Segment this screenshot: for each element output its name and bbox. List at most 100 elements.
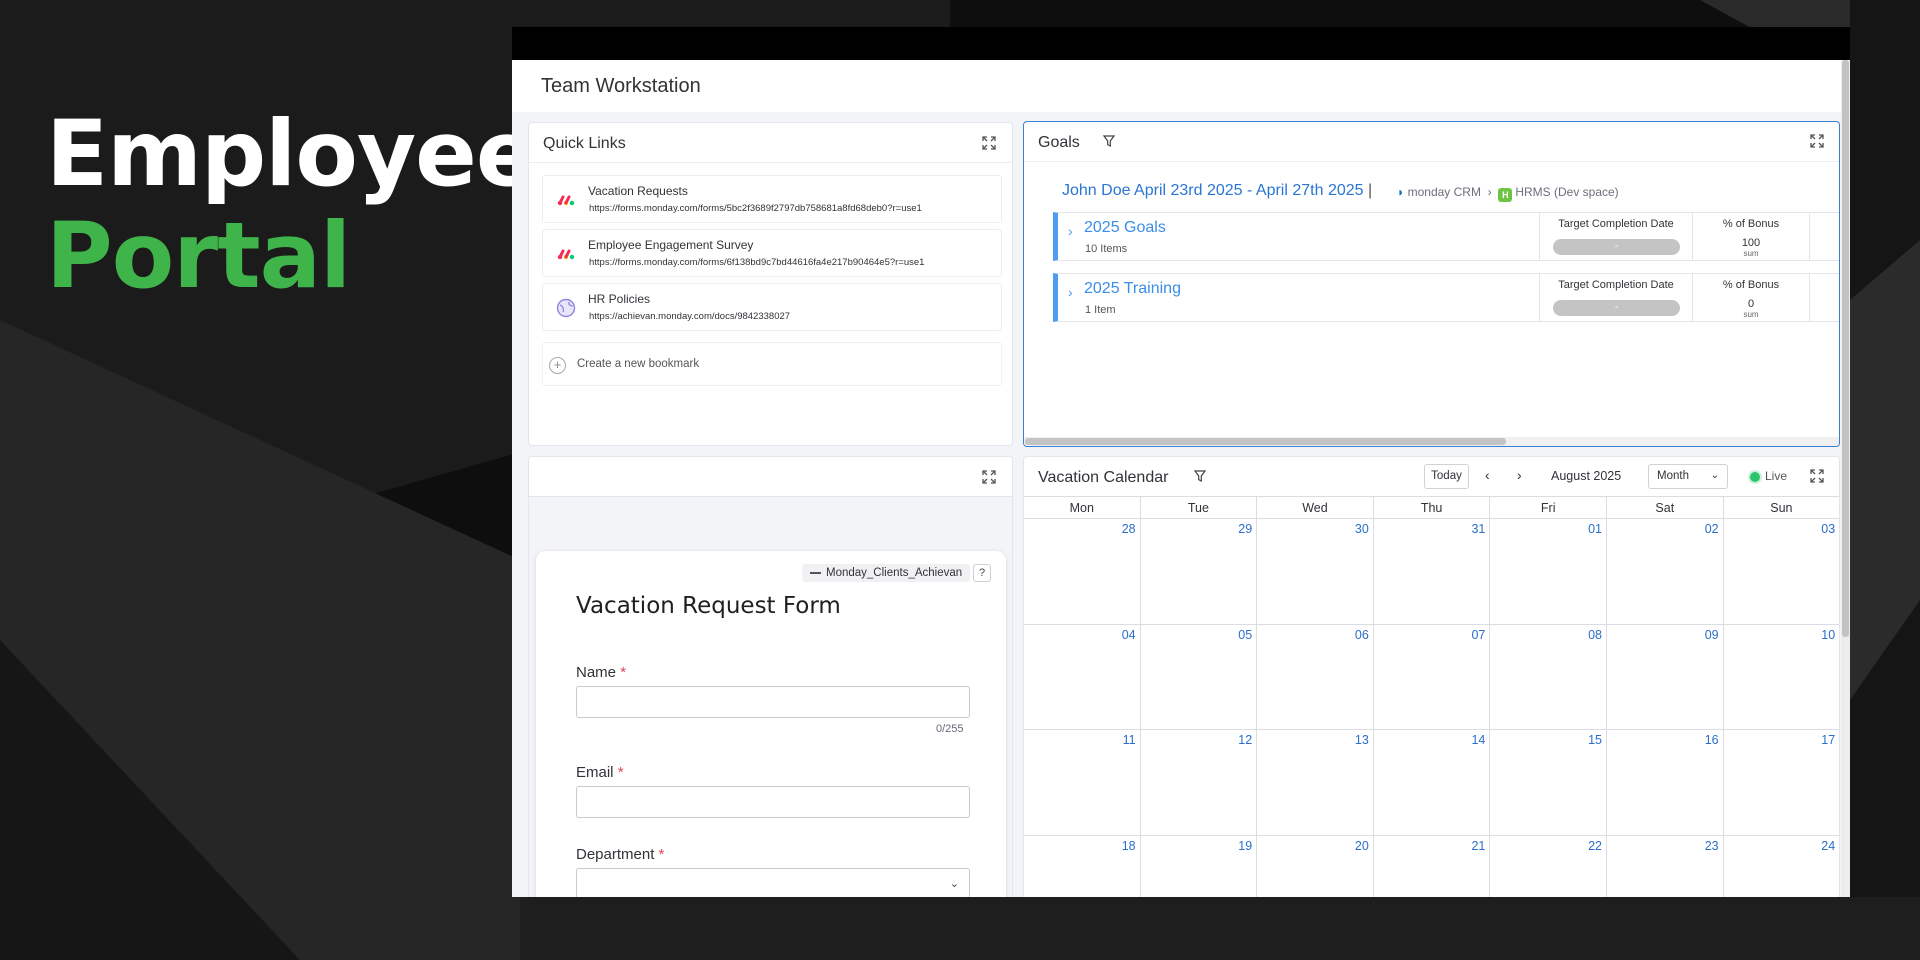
expand-icon[interactable] <box>982 136 996 150</box>
calendar-day-cell[interactable]: 24 <box>1724 836 1839 898</box>
calendar-day-cell[interactable]: 28 <box>1024 519 1141 625</box>
calendar-day-cell[interactable]: 10 <box>1723 625 1839 730</box>
day-number: 01 <box>1588 522 1602 536</box>
group-name: 2025 Training <box>1084 280 1181 297</box>
day-number: 18 <box>1121 838 1136 853</box>
day-number: 21 <box>1471 838 1486 853</box>
calendar-day-cell[interactable]: 31 <box>1373 519 1491 625</box>
chevron-left-icon[interactable]: ‹ <box>1485 467 1490 483</box>
create-bookmark-button[interactable]: + Create a new bookmark <box>542 342 1002 386</box>
bookmark-item[interactable]: HR Policies https://achievan.monday.com/… <box>542 283 1002 331</box>
calendar-day-cell[interactable]: 06 <box>1257 624 1374 730</box>
calendar-day-cell[interactable]: 19 <box>1141 835 1258 897</box>
bookmark-url[interactable]: https://forms.monday.com/forms/6f138bd9c… <box>589 257 924 268</box>
bookmark-url[interactable]: https://forms.monday.com/forms/5bc2f3689… <box>589 203 922 214</box>
calendar-day-cell[interactable]: 21 <box>1374 835 1491 897</box>
day-number: 07 <box>1471 627 1486 642</box>
column-header: % of Bonus <box>1722 279 1780 291</box>
hero-line-1: Employee <box>46 102 538 207</box>
app-header: Team Workstation <box>512 60 1850 112</box>
bookmark-item[interactable]: Vacation Requests https://forms.monday.c… <box>542 175 1002 223</box>
calendar-day-cell[interactable]: 29 <box>1140 519 1258 625</box>
vertical-scrollbar[interactable] <box>1841 60 1850 897</box>
calendar-day-cell[interactable]: 30 <box>1257 519 1374 625</box>
bonus-sum-label: sum <box>1743 249 1759 258</box>
divider <box>529 162 1012 163</box>
form-widget-header <box>529 457 1012 497</box>
calendar-day-cell[interactable]: 20 <box>1257 835 1374 897</box>
bonus-value: 0 <box>1747 298 1755 310</box>
day-number: 20 <box>1354 838 1369 853</box>
calendar-day-cell[interactable]: 14 <box>1373 730 1491 836</box>
plus-icon: + <box>549 357 566 374</box>
day-number: 06 <box>1354 627 1369 642</box>
weekday-header: Thu <box>1373 496 1491 519</box>
expand-icon[interactable] <box>982 470 996 484</box>
filter-icon[interactable] <box>1102 134 1116 148</box>
scrollbar-thumb[interactable] <box>1025 438 1506 445</box>
email-field[interactable] <box>576 786 970 818</box>
calendar-day-cell[interactable]: 07 <box>1373 624 1491 730</box>
help-button[interactable]: ? <box>973 564 991 582</box>
day-number: 05 <box>1238 627 1253 642</box>
monday-logo-icon <box>556 190 576 210</box>
chevron-right-icon[interactable]: › <box>1068 223 1073 239</box>
live-status-icon <box>1750 472 1760 482</box>
calendar-day-cell[interactable]: 05 <box>1140 624 1258 730</box>
day-number: 30 <box>1354 522 1369 536</box>
calendar-day-cell[interactable]: 08 <box>1490 624 1607 730</box>
calendar-day-cell[interactable]: 09 <box>1607 624 1724 730</box>
bookmark-item[interactable]: Employee Engagement Survey https://forms… <box>542 229 1002 277</box>
name-char-counter: 0/255 <box>936 723 964 735</box>
hero-line-2: Portal <box>46 204 351 309</box>
board-title[interactable]: John Doe April 23rd 2025 - April 27th 20… <box>1062 182 1372 200</box>
calendar-day-cell[interactable]: 03 <box>1723 519 1839 625</box>
breadcrumb-space[interactable]: HRMS (Dev space) <box>1515 185 1618 199</box>
name-field[interactable] <box>576 686 970 718</box>
calendar-day-cell[interactable]: 18 <box>1024 835 1141 897</box>
calendar-day-cell[interactable]: 16 <box>1607 730 1724 836</box>
chevron-down-icon: ⌄ <box>1710 470 1719 481</box>
today-button[interactable]: Today <box>1424 464 1469 489</box>
calendar-title: Vacation Calendar <box>1038 469 1169 486</box>
horizontal-scrollbar[interactable] <box>1024 437 1839 446</box>
group-row[interactable]: › 2025 Training 1 Item Target Completion… <box>1053 273 1839 322</box>
column-header: Target Completion Date <box>1558 279 1674 291</box>
group-count: 1 Item <box>1085 304 1116 316</box>
day-number: 02 <box>1704 522 1719 536</box>
breadcrumb-crm[interactable]: monday CRM <box>1408 185 1481 199</box>
view-select-value: Month <box>1657 470 1689 482</box>
day-number: 13 <box>1354 733 1369 747</box>
live-label: Live <box>1765 469 1788 483</box>
calendar-day-cell[interactable]: 12 <box>1140 730 1258 836</box>
calendar-day-cell[interactable]: 22 <box>1490 835 1607 897</box>
bookmark-name: Vacation Requests <box>588 184 688 198</box>
name-label: Name * <box>576 664 627 681</box>
view-select[interactable]: Month ⌄ <box>1648 464 1728 489</box>
calendar-day-cell[interactable]: 13 <box>1257 730 1374 836</box>
calendar-day-cell[interactable]: 23 <box>1607 835 1724 897</box>
chevron-right-icon[interactable]: › <box>1517 467 1522 483</box>
weekday-header: Sun <box>1723 496 1839 519</box>
current-month: August 2025 <box>1551 469 1622 483</box>
expand-icon[interactable] <box>1810 134 1824 148</box>
calendar-day-cell[interactable]: 04 <box>1024 624 1141 730</box>
date-summary: - <box>1553 239 1680 255</box>
day-number: 31 <box>1471 522 1486 536</box>
calendar-day-cell[interactable]: 11 <box>1024 730 1141 836</box>
weekday-header: Fri <box>1490 496 1607 519</box>
globe-icon <box>556 298 576 318</box>
department-select[interactable]: ⌄ <box>576 868 970 897</box>
calendar-day-cell[interactable]: 15 <box>1490 730 1607 836</box>
calendar-day-cell[interactable]: 17 <box>1723 730 1839 836</box>
filter-icon[interactable] <box>1193 469 1207 483</box>
bookmark-url[interactable]: https://achievan.monday.com/docs/9842338… <box>589 311 790 322</box>
bonus-value: 100 <box>1741 237 1761 249</box>
calendar-day-cell[interactable]: 02 <box>1607 519 1724 625</box>
calendar-day-cell[interactable]: 01 <box>1490 519 1607 625</box>
form-title: Vacation Request Form <box>576 593 841 619</box>
chevron-right-icon[interactable]: › <box>1068 284 1073 300</box>
expand-icon[interactable] <box>1810 469 1824 483</box>
group-row[interactable]: › 2025 Goals 10 Items Target Completion … <box>1053 212 1839 261</box>
scrollbar-thumb[interactable] <box>1842 60 1849 637</box>
